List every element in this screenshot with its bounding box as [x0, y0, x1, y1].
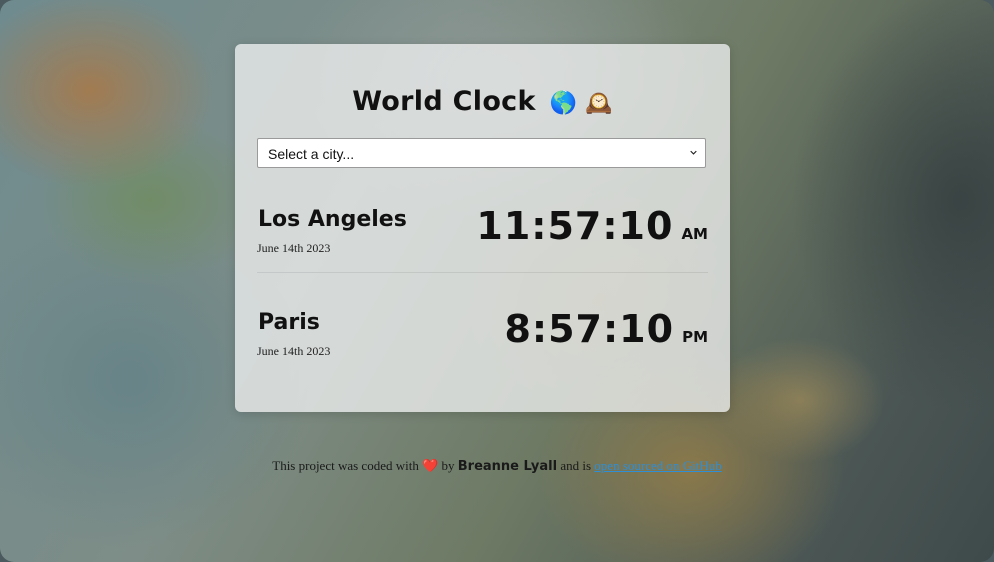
time-period: AM — [681, 225, 708, 243]
time-value: 11:57:10 — [476, 204, 674, 248]
city-name: Los Angeles — [258, 207, 407, 232]
title-text: World Clock — [352, 86, 536, 117]
footer: This project was coded with ❤️ by Breann… — [0, 458, 994, 474]
divider — [257, 272, 708, 273]
footer-by: by — [441, 458, 455, 473]
city-time: 8:57:10 PM — [504, 307, 708, 351]
chevron-down-icon — [690, 150, 697, 155]
city-select-value: Select a city... — [268, 146, 355, 162]
github-link[interactable]: open sourced on GitHub — [594, 458, 721, 473]
city-select[interactable]: Select a city... — [257, 138, 706, 168]
globe-clock-icon: 🌎 🕰️ — [549, 91, 613, 116]
world-clock-card: World Clock 🌎 🕰️ Select a city... Los An… — [235, 44, 730, 412]
footer-and-is: and is — [560, 458, 592, 473]
footer-text: This project was coded with — [272, 458, 419, 473]
city-row-los-angeles: Los Angeles June 14th 2023 11:57:10 AM — [257, 204, 708, 297]
city-date: June 14th 2023 — [257, 241, 331, 255]
city-row-paris: Paris June 14th 2023 8:57:10 PM — [257, 307, 708, 400]
city-time: 11:57:10 AM — [476, 204, 708, 248]
time-period: PM — [682, 328, 708, 346]
city-name: Paris — [258, 310, 320, 335]
page-title: World Clock 🌎 🕰️ — [235, 86, 730, 117]
author-name: Breanne Lyall — [457, 459, 558, 474]
time-value: 8:57:10 — [504, 307, 675, 351]
city-date: June 14th 2023 — [257, 344, 331, 358]
heart-icon: ❤️ — [422, 458, 439, 473]
